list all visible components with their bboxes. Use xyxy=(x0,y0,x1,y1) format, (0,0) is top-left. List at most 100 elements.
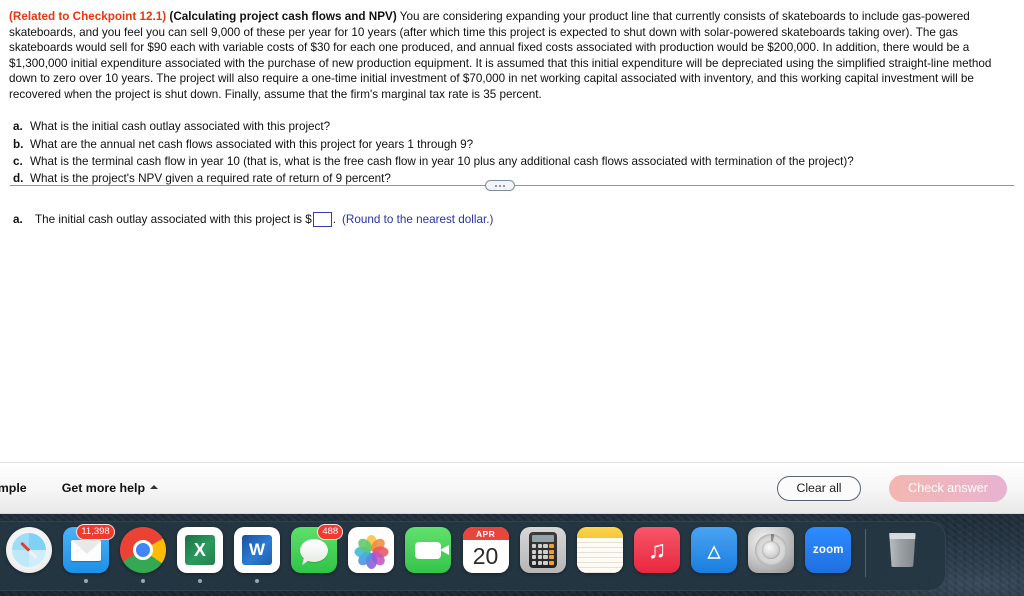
question-item-b: b. What are the annual net cash flows as… xyxy=(13,136,1024,153)
toolbar-right-group: Clear all Check answer xyxy=(777,474,1024,502)
answer-label: a. xyxy=(13,213,23,226)
check-answer-button[interactable]: Check answer xyxy=(889,474,1007,502)
topic-tag: (Calculating project cash flows and NPV) xyxy=(169,10,397,23)
trash-icon xyxy=(879,527,925,573)
appstore-icon-wrap: ▵ xyxy=(691,527,738,573)
answer-input[interactable] xyxy=(312,212,332,227)
key xyxy=(543,560,548,565)
question-text-a: What is the initial cash outlay associat… xyxy=(30,120,331,134)
key xyxy=(543,544,548,549)
safari-dial xyxy=(11,533,46,567)
music-icon-wrap: ♫ xyxy=(633,527,680,573)
zoom-wordmark: zoom xyxy=(812,544,844,556)
word-icon: W xyxy=(234,527,281,573)
excel-icon: X xyxy=(176,527,223,573)
key xyxy=(537,555,542,560)
running-indicator xyxy=(255,579,260,583)
envelope-glyph xyxy=(70,539,101,561)
rounding-note: (Round to the nearest dollar.) xyxy=(342,213,494,226)
notes-icon xyxy=(576,527,623,573)
dock-item-safari[interactable] xyxy=(0,527,57,589)
notes-ruled-lines xyxy=(576,538,623,573)
question-label-a: a. xyxy=(13,120,23,134)
notes-icon-wrap xyxy=(576,527,623,573)
problem-text: You are considering expanding your produ… xyxy=(9,10,992,101)
app-store-icon: ▵ xyxy=(691,527,738,573)
dock-item-facetime[interactable] xyxy=(400,527,457,589)
question-text-c: What is the terminal cash flow in year 1… xyxy=(30,154,854,168)
view-example-link[interactable]: xample xyxy=(0,481,27,495)
mail-icon-wrap: 11,398 xyxy=(62,524,115,573)
calculator-keys xyxy=(531,544,554,565)
answer-period: . xyxy=(332,213,336,226)
dock-item-notes[interactable] xyxy=(571,527,628,589)
checkpoint-tag: (Related to Checkpoint 12.1) xyxy=(9,10,167,23)
dock-item-messages[interactable]: 488 xyxy=(286,524,344,589)
app-store-a-glyph: ▵ xyxy=(707,534,721,565)
calculator-screen xyxy=(531,535,554,542)
calendar-day: 20 xyxy=(472,543,499,569)
key xyxy=(537,549,542,554)
calendar-icon-wrap: APR 20 xyxy=(462,527,509,573)
clear-all-button[interactable]: Clear all xyxy=(777,475,861,501)
dot-icon xyxy=(499,184,501,187)
macos-dock: 11,398 X W 488 APR 20 ♫ ▵ zoom xyxy=(0,521,946,591)
dock-item-photos[interactable] xyxy=(343,527,400,589)
chevron-up-icon xyxy=(150,485,159,489)
gear-outer xyxy=(755,534,788,566)
chrome-icon xyxy=(119,527,166,573)
facetime-icon-wrap xyxy=(405,527,452,573)
bottom-toolbar: xample Get more help Clear all Check ans… xyxy=(0,462,1024,514)
trash-icon-wrap xyxy=(879,527,925,573)
problem-paragraph: (Related to Checkpoint 12.1) (Calculatin… xyxy=(9,9,1015,102)
trash-can-glyph xyxy=(889,533,916,567)
dock-item-system-preferences[interactable] xyxy=(743,527,800,589)
running-indicator xyxy=(83,579,88,583)
pinwheel-glyph xyxy=(354,534,389,569)
mail-badge: 11,398 xyxy=(76,524,115,540)
question-label-c: c. xyxy=(13,154,23,168)
toolbar-left-group: xample Get more help xyxy=(0,481,159,495)
sysprefs-icon-wrap xyxy=(748,527,795,573)
running-indicator xyxy=(197,579,202,583)
excel-icon-wrap: X xyxy=(176,527,223,573)
excel-glyph: X xyxy=(184,535,215,565)
problem-statement: (Related to Checkpoint 12.1) (Calculatin… xyxy=(0,0,1024,102)
dock-item-trash[interactable] xyxy=(874,527,931,589)
dock-item-excel[interactable]: X xyxy=(171,527,228,589)
notes-header-strip xyxy=(576,527,623,538)
zoom-icon-wrap: zoom xyxy=(805,527,852,573)
messages-icon-wrap: 488 xyxy=(291,524,344,573)
expand-dots-button[interactable] xyxy=(485,180,515,191)
dock-item-chrome[interactable] xyxy=(114,527,171,589)
dock-item-zoom[interactable]: zoom xyxy=(800,527,857,589)
dock-item-word[interactable]: W xyxy=(229,527,286,589)
key-op xyxy=(549,560,554,565)
key xyxy=(543,549,548,554)
zoom-icon: zoom xyxy=(805,527,852,573)
get-more-help-label: Get more help xyxy=(61,481,146,495)
dock-item-music[interactable]: ♫ xyxy=(628,527,685,589)
dock-item-calculator[interactable] xyxy=(514,527,571,589)
safari-needle xyxy=(19,541,38,559)
key xyxy=(531,560,537,565)
dock-item-appstore[interactable]: ▵ xyxy=(686,527,743,589)
key-op xyxy=(549,549,554,554)
problem-pane: (Related to Checkpoint 12.1) (Calculatin… xyxy=(0,0,1024,462)
dock-item-mail[interactable]: 11,398 xyxy=(57,524,115,589)
get-more-help-button[interactable]: Get more help xyxy=(61,481,159,495)
chrome-center xyxy=(132,540,153,560)
question-text-b: What are the annual net cash flows assoc… xyxy=(30,137,474,151)
video-camera-glyph xyxy=(415,541,450,559)
key xyxy=(531,555,537,560)
answer-prompt: The initial cash outlay associated with … xyxy=(35,213,312,226)
key xyxy=(531,544,537,549)
calculator-icon-wrap xyxy=(519,527,566,573)
safari-icon-wrap xyxy=(5,527,52,573)
question-list: a. What is the initial cash outlay assoc… xyxy=(0,118,1024,187)
calendar-month: APR xyxy=(462,527,509,540)
photos-icon-wrap xyxy=(348,527,395,573)
dock-item-calendar[interactable]: APR 20 xyxy=(457,527,514,589)
key xyxy=(531,549,537,554)
photos-icon xyxy=(348,527,395,573)
